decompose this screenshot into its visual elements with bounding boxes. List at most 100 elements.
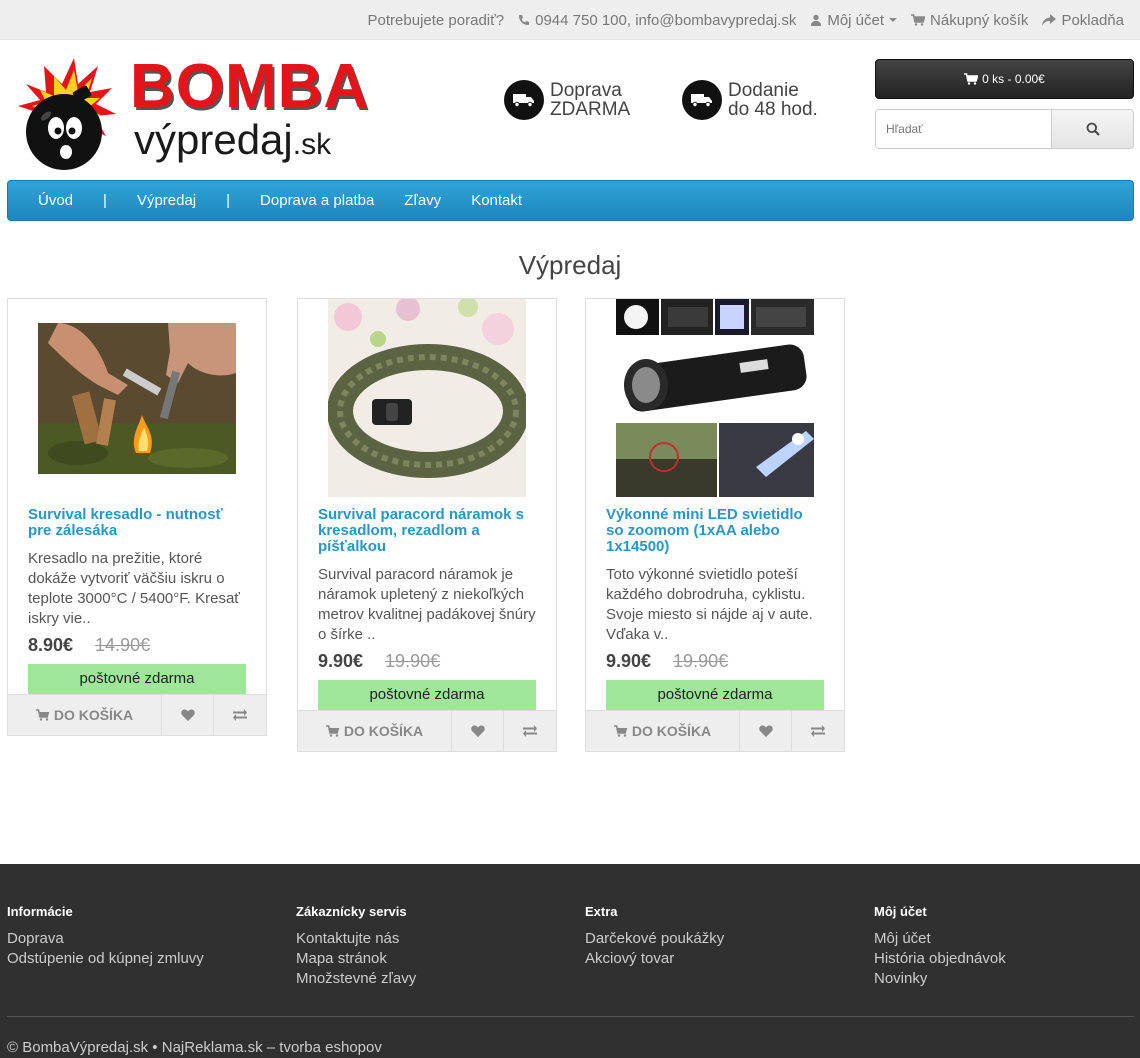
feature-line1: Dodanie — [728, 80, 799, 101]
product-card: Výkonné mini LED svietidlo so zoomom (1x… — [585, 298, 845, 752]
product-card: Survival paracord náramok s kresadlom, r… — [297, 298, 557, 752]
compare-arrows-icon — [233, 709, 247, 721]
product-image[interactable] — [8, 299, 266, 497]
search-bar — [875, 109, 1134, 149]
footer-link[interactable]: Množstevné zľavy — [296, 969, 416, 989]
compare-button[interactable] — [792, 711, 844, 751]
help-text: Potrebujete poradiť? — [367, 11, 505, 29]
caret-down-icon — [889, 16, 898, 24]
product-image[interactable] — [586, 299, 844, 497]
product-price: 9.90€ 19.90€ — [606, 651, 824, 672]
footer-column-info: Informácie Doprava Odstúpenie od kúpnej … — [7, 904, 204, 969]
checkout-label: Pokladňa — [1061, 11, 1124, 29]
compare-arrows-icon — [523, 725, 537, 737]
footer-column-account: Môj účet Môj účet História objednávok No… — [874, 904, 1006, 989]
product-caption: Survival kresadlo - nutnosť pre zálesáka… — [8, 497, 266, 694]
wishlist-button[interactable] — [740, 711, 792, 751]
product-name-link[interactable]: Survival kresadlo - nutnosť pre zálesáka — [28, 507, 246, 539]
wishlist-button[interactable] — [452, 711, 504, 751]
feature-free-shipping-text: Doprava ZDARMA — [550, 81, 630, 119]
search-button[interactable] — [1051, 110, 1133, 148]
shopping-cart-icon — [964, 73, 979, 85]
logo-brand-text: BOMBA — [130, 52, 370, 121]
product-image[interactable] — [298, 299, 556, 497]
contact-text: 0944 750 100, info@bombavypredaj.sk — [535, 11, 797, 29]
nav-separator: | — [226, 192, 231, 209]
shopping-cart-icon — [35, 709, 50, 721]
product-actions: DO KOŠÍKA — [298, 710, 556, 751]
add-to-cart-button[interactable]: DO KOŠÍKA — [298, 711, 452, 751]
footer-link[interactable]: História objednávok — [874, 949, 1006, 969]
account-dropdown[interactable]: Môj účet — [810, 12, 898, 29]
led-flashlight-image — [616, 299, 814, 497]
price-new: 9.90€ — [606, 651, 652, 671]
logo-sub-main: výpredaj — [134, 116, 293, 163]
checkout-link[interactable]: Pokladňa — [1042, 12, 1124, 29]
header-cart-summary: 0 ks - 0.00€ — [982, 72, 1045, 86]
footer-link[interactable]: Môj účet — [874, 929, 1006, 949]
compare-button[interactable] — [214, 695, 266, 735]
footer-column-extra: Extra Darčekové poukážky Akciový tovar — [585, 904, 724, 969]
nav-item-sale[interactable]: Výpredaj — [137, 192, 196, 209]
product-description: Survival paracord náramok je náramok upl… — [318, 566, 536, 643]
free-shipping-badge: poštovné zdarma — [28, 664, 246, 694]
free-shipping-badge: poštovné zdarma — [318, 680, 536, 710]
cart-link[interactable]: Nákupný košík — [911, 12, 1028, 29]
feature-free-shipping: Doprava ZDARMA — [504, 80, 630, 120]
nav-item-contact[interactable]: Kontakt — [471, 192, 522, 209]
product-actions: DO KOŠÍKA — [586, 710, 844, 751]
header-cart-button[interactable]: 0 ks - 0.00€ — [875, 59, 1134, 99]
footer-column-title: Extra — [585, 904, 618, 919]
footer-column-title: Informácie — [7, 904, 73, 919]
nav-item-shipping-payment[interactable]: Doprava a platba — [260, 192, 374, 209]
nav-separator: | — [103, 192, 107, 209]
free-shipping-badge: poštovné zdarma — [606, 680, 824, 710]
footer-column-title: Zákaznícky servis — [296, 904, 407, 919]
shopping-cart-icon — [911, 14, 926, 26]
footer-link[interactable]: Novinky — [874, 969, 1006, 989]
footer-link[interactable]: Odstúpenie od kúpnej zmluvy — [7, 949, 204, 969]
wishlist-button[interactable] — [162, 695, 214, 735]
footer-link[interactable]: Akciový tovar — [585, 949, 724, 969]
contact-link[interactable]: 0944 750 100, info@bombavypredaj.sk — [518, 12, 796, 29]
feature-line2: do 48 hod. — [728, 99, 818, 120]
product-card: Survival kresadlo - nutnosť pre zálesáka… — [7, 298, 267, 736]
footer-link[interactable]: Doprava — [7, 929, 204, 949]
add-to-cart-button[interactable]: DO KOŠÍKA — [8, 695, 162, 735]
footer-bullet: • — [152, 1039, 158, 1056]
search-input[interactable] — [876, 110, 1051, 148]
cart-label: Nákupný košík — [930, 11, 1029, 29]
price-new: 9.90€ — [318, 651, 364, 671]
page-title: Výpredaj — [518, 250, 622, 280]
feature-delivery-time-text: Dodanie do 48 hod. — [728, 81, 818, 119]
nav-item-home[interactable]: Úvod — [38, 192, 73, 209]
footer-column-title: Môj účet — [874, 904, 927, 919]
compare-button[interactable] — [504, 711, 556, 751]
add-to-cart-label: DO KOŠÍKA — [53, 707, 134, 723]
price-old: 19.90€ — [385, 651, 441, 671]
footer-divider — [7, 1016, 1134, 1017]
product-actions: DO KOŠÍKA — [8, 694, 266, 735]
site-logo[interactable]: BOMBA výpredaj.sk — [16, 54, 376, 174]
price-old: 14.90€ — [95, 635, 151, 655]
product-price: 8.90€ 14.90€ — [28, 635, 246, 656]
truck-icon — [682, 80, 722, 120]
feature-line2: ZDARMA — [550, 99, 631, 120]
credit-link[interactable]: NajReklama.sk – tvorba eshopov — [162, 1039, 382, 1056]
logo-sub-text: výpredaj.sk — [134, 116, 331, 169]
footer-bottom: © BombaVýpredaj.sk • NajReklama.sk – tvo… — [7, 1039, 382, 1056]
phone-icon — [518, 14, 530, 26]
add-to-cart-button[interactable]: DO KOŠÍKA — [586, 711, 740, 751]
feature-line1: Doprava — [550, 80, 622, 101]
footer-link[interactable]: Kontaktujte nás — [296, 929, 416, 949]
product-name-link[interactable]: Výkonné mini LED svietidlo so zoomom (1x… — [606, 507, 824, 555]
price-old: 19.90€ — [673, 651, 729, 671]
product-name-link[interactable]: Survival paracord náramok s kresadlom, r… — [318, 507, 536, 555]
paracord-bracelet-image — [328, 299, 526, 497]
nav-item-discounts[interactable]: Zľavy — [404, 192, 441, 209]
footer-link[interactable]: Mapa stránok — [296, 949, 416, 969]
footer-link[interactable]: Darčekové poukážky — [585, 929, 724, 949]
shopping-cart-icon — [325, 725, 340, 737]
share-arrow-icon — [1042, 14, 1057, 26]
shopping-cart-icon — [613, 725, 628, 737]
